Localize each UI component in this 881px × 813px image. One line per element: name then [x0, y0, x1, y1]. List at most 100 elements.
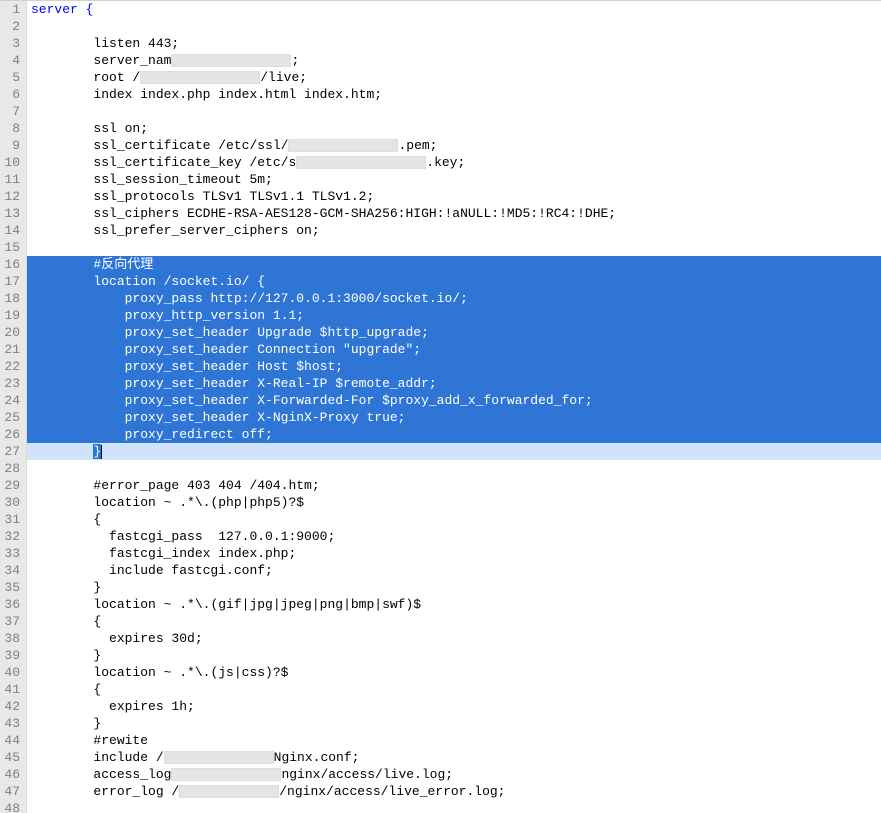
- redacted-text: [296, 156, 426, 169]
- code-line[interactable]: server_nam;: [27, 52, 881, 69]
- code-line[interactable]: #反向代理: [27, 256, 881, 273]
- code-token: proxy_set_header X-Real-IP $remote_addr;: [125, 376, 437, 391]
- line-number: 7: [2, 103, 22, 120]
- line-number: 42: [2, 698, 22, 715]
- code-line[interactable]: proxy_http_version 1.1;: [27, 307, 881, 324]
- code-line[interactable]: proxy_set_header X-Forwarded-For $proxy_…: [27, 392, 881, 409]
- code-token: proxy_http_version 1.1;: [125, 308, 304, 323]
- code-line[interactable]: root //live;: [27, 69, 881, 86]
- code-line[interactable]: }: [27, 579, 881, 596]
- code-line[interactable]: }: [27, 647, 881, 664]
- code-line[interactable]: [27, 800, 881, 813]
- code-line[interactable]: ssl_prefer_server_ciphers on;: [27, 222, 881, 239]
- code-line[interactable]: ssl_ciphers ECDHE-RSA-AES128-GCM-SHA256:…: [27, 205, 881, 222]
- code-token: /nginx/access/live_error.log;: [279, 784, 505, 799]
- code-line[interactable]: {: [27, 613, 881, 630]
- code-line[interactable]: fastcgi_index index.php;: [27, 545, 881, 562]
- code-token: }: [93, 580, 101, 595]
- code-line[interactable]: [27, 460, 881, 477]
- line-number: 1: [2, 1, 22, 18]
- code-line[interactable]: ssl_certificate_key /etc/s.key;: [27, 154, 881, 171]
- code-line[interactable]: }: [27, 715, 881, 732]
- line-number: 35: [2, 579, 22, 596]
- code-line[interactable]: server {: [27, 1, 881, 18]
- code-line[interactable]: access_lognginx/access/live.log;: [27, 766, 881, 783]
- code-token: server: [31, 2, 78, 17]
- code-line[interactable]: ssl on;: [27, 120, 881, 137]
- line-number: 47: [2, 783, 22, 800]
- code-editor[interactable]: 1234567891011121314151617181920212223242…: [0, 0, 881, 813]
- text-cursor: [101, 445, 102, 459]
- code-area[interactable]: server { listen 443; server_nam; root //…: [27, 1, 881, 813]
- redacted-text: [171, 768, 281, 781]
- code-line[interactable]: {: [27, 681, 881, 698]
- code-line[interactable]: error_log //nginx/access/live_error.log;: [27, 783, 881, 800]
- code-token: location ~ .*\.(php|php5)?$: [93, 495, 304, 510]
- code-line[interactable]: [27, 239, 881, 256]
- code-token: proxy_set_header X-Forwarded-For $proxy_…: [125, 393, 593, 408]
- code-line[interactable]: proxy_set_header Host $host;: [27, 358, 881, 375]
- code-line[interactable]: include fastcgi.conf;: [27, 562, 881, 579]
- code-line[interactable]: proxy_set_header X-NginX-Proxy true;: [27, 409, 881, 426]
- code-token: ssl_session_timeout 5m;: [93, 172, 272, 187]
- line-number: 28: [2, 460, 22, 477]
- code-token: {: [86, 2, 94, 17]
- line-number: 17: [2, 273, 22, 290]
- line-number-gutter: 1234567891011121314151617181920212223242…: [0, 1, 27, 813]
- code-line[interactable]: proxy_set_header Connection "upgrade";: [27, 341, 881, 358]
- code-line[interactable]: listen 443;: [27, 35, 881, 52]
- code-token: ssl_ciphers ECDHE-RSA-AES128-GCM-SHA256:…: [93, 206, 616, 221]
- code-line[interactable]: proxy_set_header Upgrade $http_upgrade;: [27, 324, 881, 341]
- line-number: 27: [2, 443, 22, 460]
- code-line[interactable]: proxy_set_header X-Real-IP $remote_addr;: [27, 375, 881, 392]
- code-token: proxy_set_header X-NginX-Proxy true;: [125, 410, 406, 425]
- line-number: 45: [2, 749, 22, 766]
- line-number: 44: [2, 732, 22, 749]
- code-line[interactable]: [27, 103, 881, 120]
- line-number: 16: [2, 256, 22, 273]
- code-token: include fastcgi.conf;: [109, 563, 273, 578]
- code-line[interactable]: location ~ .*\.(gif|jpg|jpeg|png|bmp|swf…: [27, 596, 881, 613]
- code-token: #error_page 403 404 /404.htm;: [93, 478, 319, 493]
- code-line[interactable]: #error_page 403 404 /404.htm;: [27, 477, 881, 494]
- line-number: 15: [2, 239, 22, 256]
- line-number: 33: [2, 545, 22, 562]
- code-line[interactable]: expires 30d;: [27, 630, 881, 647]
- line-number: 4: [2, 52, 22, 69]
- code-line[interactable]: location ~ .*\.(js|css)?$: [27, 664, 881, 681]
- redacted-text: [179, 785, 279, 798]
- code-line[interactable]: proxy_redirect off;: [27, 426, 881, 443]
- code-line[interactable]: proxy_pass http://127.0.0.1:3000/socket.…: [27, 290, 881, 307]
- code-token: root /: [93, 70, 140, 85]
- code-line[interactable]: include /Nginx.conf;: [27, 749, 881, 766]
- line-number: 32: [2, 528, 22, 545]
- code-line[interactable]: index index.php index.html index.htm;: [27, 86, 881, 103]
- code-token: location ~ .*\.(gif|jpg|jpeg|png|bmp|swf…: [93, 597, 421, 612]
- redacted-text: [140, 71, 260, 84]
- code-token: listen 443;: [93, 36, 179, 51]
- line-number: 41: [2, 681, 22, 698]
- code-line[interactable]: {: [27, 511, 881, 528]
- code-token: fastcgi_index index.php;: [109, 546, 296, 561]
- redacted-text: [288, 139, 398, 152]
- code-line[interactable]: ssl_certificate /etc/ssl/.pem;: [27, 137, 881, 154]
- code-token: .pem;: [398, 138, 437, 153]
- line-number: 22: [2, 358, 22, 375]
- code-line[interactable]: location ~ .*\.(php|php5)?$: [27, 494, 881, 511]
- line-number: 34: [2, 562, 22, 579]
- code-token: proxy_set_header Host $host;: [125, 359, 343, 374]
- code-line[interactable]: ssl_protocols TLSv1 TLSv1.1 TLSv1.2;: [27, 188, 881, 205]
- code-line[interactable]: expires 1h;: [27, 698, 881, 715]
- code-line[interactable]: }: [27, 443, 881, 460]
- code-line[interactable]: #rewite: [27, 732, 881, 749]
- code-token: ssl on;: [93, 121, 148, 136]
- code-line[interactable]: [27, 18, 881, 35]
- code-line[interactable]: location /socket.io/ {: [27, 273, 881, 290]
- code-line[interactable]: ssl_session_timeout 5m;: [27, 171, 881, 188]
- code-line[interactable]: fastcgi_pass 127.0.0.1:9000;: [27, 528, 881, 545]
- line-number: 18: [2, 290, 22, 307]
- line-number: 21: [2, 341, 22, 358]
- line-number: 9: [2, 137, 22, 154]
- line-number: 39: [2, 647, 22, 664]
- redacted-text: [171, 54, 291, 67]
